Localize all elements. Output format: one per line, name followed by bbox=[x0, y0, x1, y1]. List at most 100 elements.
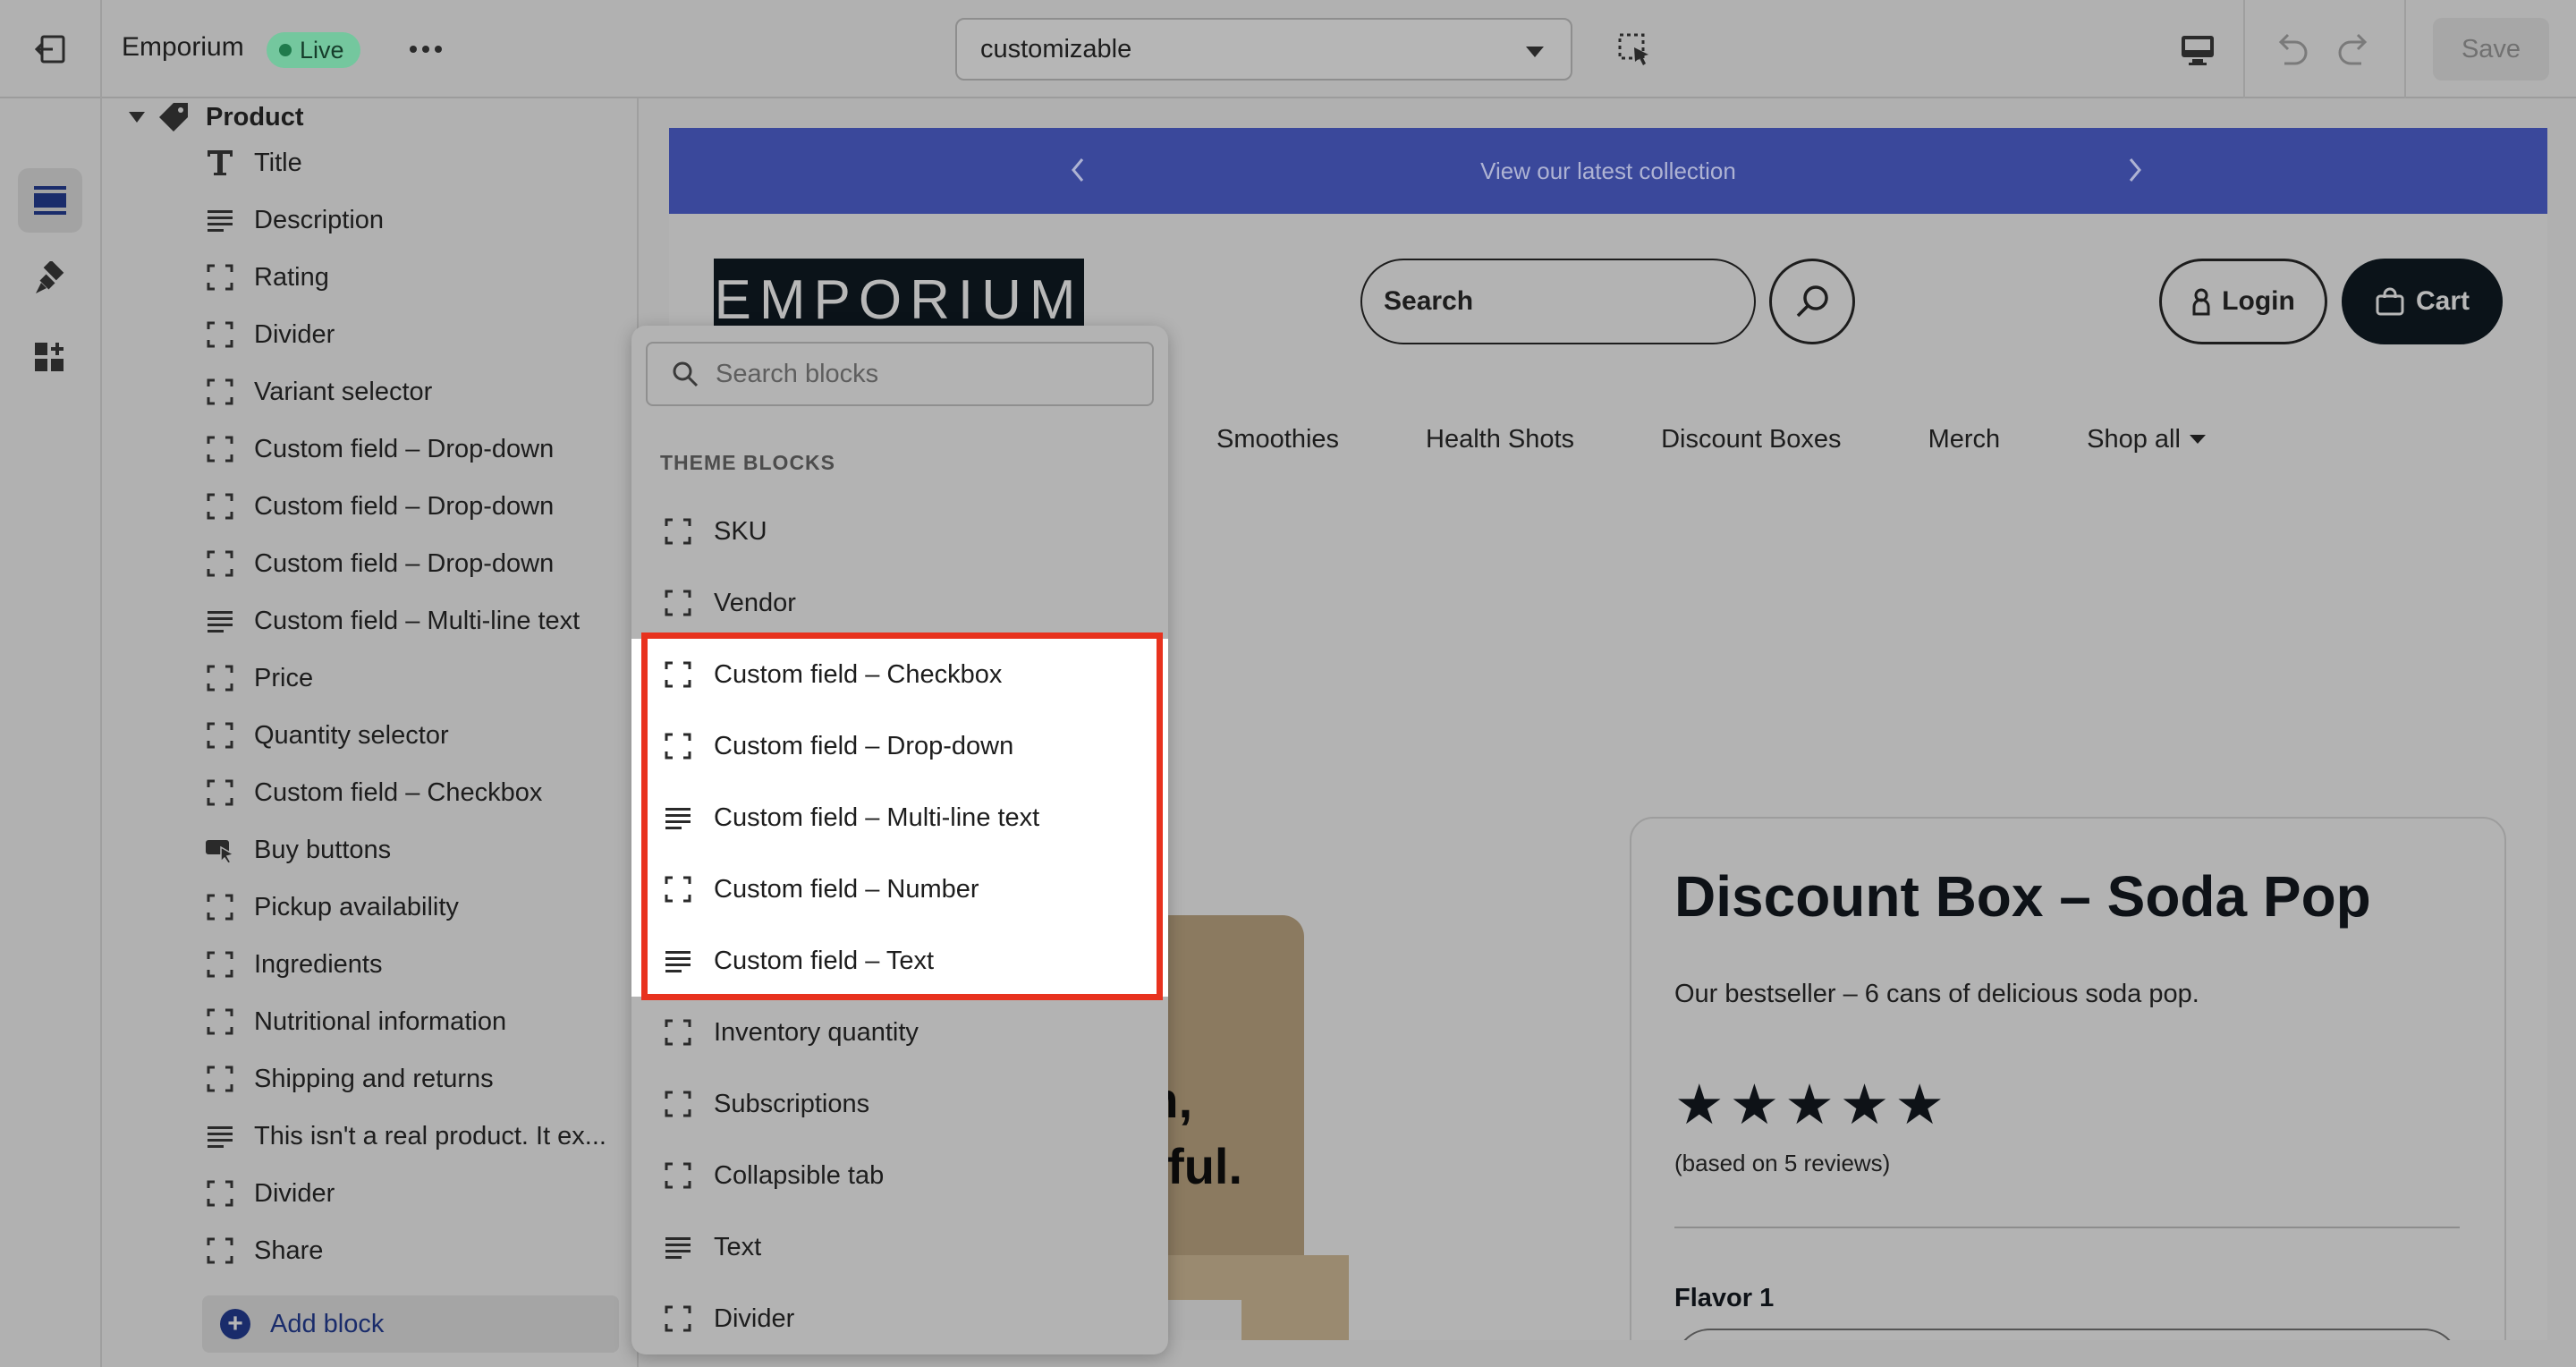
nav-item-merch[interactable]: Merch bbox=[1928, 421, 2001, 457]
announcement-text[interactable]: View our latest collection bbox=[1480, 157, 1736, 185]
redo-icon bbox=[2338, 33, 2368, 65]
sidebar-block-price[interactable]: Price bbox=[202, 650, 631, 707]
rating-stars: ★ ★ ★ ★ ★ bbox=[1674, 1078, 1950, 1134]
sidebar-block-label: This isn't a real product. It ex... bbox=[254, 1121, 606, 1150]
text-icon bbox=[202, 145, 238, 181]
sidebar-block-description[interactable]: Description bbox=[202, 191, 631, 249]
inspector-button[interactable] bbox=[1617, 32, 1653, 68]
dashed-square-icon bbox=[662, 1088, 694, 1120]
sidebar-block-custom-field-drop-down[interactable]: Custom field – Drop-down bbox=[202, 420, 631, 478]
block-option-custom-field-text[interactable]: Custom field – Text bbox=[631, 925, 1168, 997]
sidebar-block-custom-field-multi-line-text[interactable]: Custom field – Multi-line text bbox=[202, 592, 631, 650]
star-icon: ★ bbox=[1894, 1074, 1945, 1136]
divider bbox=[2404, 0, 2406, 98]
exit-editor-button[interactable] bbox=[27, 31, 73, 67]
dashed-square-icon bbox=[202, 1176, 238, 1211]
cart-button[interactable]: Cart bbox=[2342, 259, 2503, 344]
nav-item-health-shots[interactable]: Health Shots bbox=[1426, 421, 1574, 457]
store-name: Emporium bbox=[122, 32, 244, 62]
block-option-label: Divider bbox=[714, 1303, 795, 1333]
cart-label: Cart bbox=[2415, 286, 2470, 316]
sidebar-block-variant-selector[interactable]: Variant selector bbox=[202, 363, 631, 420]
dashed-square-icon bbox=[202, 431, 238, 467]
undo-button[interactable] bbox=[2270, 30, 2311, 68]
announcement-bar: View our latest collection bbox=[669, 128, 2547, 214]
sidebar-block-custom-field-drop-down[interactable]: Custom field – Drop-down bbox=[202, 478, 631, 535]
theme-blocks-list: SKU Vendor Custom field – Checkbox Custom f… bbox=[631, 496, 1168, 1354]
sidebar-block-custom-field-checkbox[interactable]: Custom field – Checkbox bbox=[202, 764, 631, 821]
reviews-count: (based on 5 reviews) bbox=[1674, 1150, 1891, 1176]
sidebar-block-custom-field-drop-down[interactable]: Custom field – Drop-down bbox=[202, 535, 631, 592]
sidebar-block-label: Custom field – Drop-down bbox=[254, 434, 555, 463]
dashed-square-icon bbox=[202, 546, 238, 582]
sidebar-block-nutritional-information[interactable]: Nutritional information bbox=[202, 993, 631, 1050]
buy-button-icon bbox=[202, 832, 238, 868]
dashed-square-icon bbox=[662, 1303, 694, 1335]
block-option-collapsible-tab[interactable]: Collapsible tab bbox=[631, 1140, 1168, 1211]
sidebar-block-label: Share bbox=[254, 1235, 324, 1265]
dashed-square-icon bbox=[202, 1004, 238, 1040]
sidebar-block-quantity-selector[interactable]: Quantity selector bbox=[202, 707, 631, 764]
desktop-preview-button[interactable] bbox=[2177, 32, 2218, 68]
save-button[interactable]: Save bbox=[2433, 18, 2549, 81]
block-tree: Title Description Rating Divider Variant sel… bbox=[202, 134, 631, 1279]
block-option-divider[interactable]: Divider bbox=[631, 1283, 1168, 1354]
sidebar-block-label: Variant selector bbox=[254, 377, 433, 406]
store-search-input[interactable]: Search bbox=[1360, 259, 1756, 344]
chevron-right-icon[interactable] bbox=[2127, 157, 2143, 183]
block-option-custom-field-checkbox[interactable]: Custom field – Checkbox bbox=[631, 639, 1168, 710]
block-option-custom-field-drop-down[interactable]: Custom field – Drop-down bbox=[631, 710, 1168, 782]
search-icon bbox=[1796, 285, 1828, 318]
sidebar-block-share[interactable]: Share bbox=[202, 1222, 631, 1279]
more-options-button[interactable] bbox=[404, 34, 447, 64]
sidebar-block-pickup-availability[interactable]: Pickup availability bbox=[202, 879, 631, 936]
template-select[interactable]: customizable bbox=[955, 18, 1572, 81]
redo-button[interactable] bbox=[2334, 30, 2376, 68]
block-option-inventory-quantity[interactable]: Inventory quantity bbox=[631, 997, 1168, 1068]
block-option-text[interactable]: Text bbox=[631, 1211, 1168, 1283]
store-search-button[interactable] bbox=[1769, 259, 1855, 344]
block-option-label: Custom field – Checkbox bbox=[714, 659, 1003, 689]
sidebar-block-label: Title bbox=[254, 148, 302, 177]
block-option-subscriptions[interactable]: Subscriptions bbox=[631, 1068, 1168, 1140]
nav-item-discount-boxes[interactable]: Discount Boxes bbox=[1661, 421, 1842, 457]
search-icon bbox=[673, 361, 699, 387]
sidebar-block-rating[interactable]: Rating bbox=[202, 249, 631, 306]
block-option-custom-field-number[interactable]: Custom field – Number bbox=[631, 853, 1168, 925]
star-icon: ★ bbox=[1729, 1074, 1780, 1136]
flavor-select[interactable] bbox=[1674, 1329, 2460, 1340]
sidebar-block-buy-buttons[interactable]: Buy buttons bbox=[202, 821, 631, 879]
dashed-square-icon bbox=[202, 947, 238, 982]
sections-tab[interactable] bbox=[18, 168, 82, 233]
sidebar-block-label: Rating bbox=[254, 262, 329, 292]
user-icon bbox=[2192, 288, 2210, 316]
search-blocks-input[interactable]: Search blocks bbox=[646, 342, 1154, 406]
sidebar-block-label: Pickup availability bbox=[254, 892, 459, 921]
sidebar-block-title[interactable]: Title bbox=[202, 134, 631, 191]
block-option-custom-field-multi-line-text[interactable]: Custom field – Multi-line text bbox=[631, 782, 1168, 853]
sidebar-block-this-isn-t-a-real-product-it-ex[interactable]: This isn't a real product. It ex... bbox=[202, 1108, 631, 1165]
store-logo[interactable]: EMPORIUM bbox=[714, 259, 1084, 328]
sidebar-block-ingredients[interactable]: Ingredients bbox=[202, 936, 631, 993]
block-option-label: Custom field – Drop-down bbox=[714, 731, 1014, 760]
block-option-vendor[interactable]: Vendor bbox=[631, 567, 1168, 639]
product-section-header[interactable]: Product bbox=[129, 98, 304, 136]
add-block-button[interactable]: + Add block bbox=[202, 1295, 619, 1353]
chevron-down-icon bbox=[1526, 47, 1544, 57]
block-option-sku[interactable]: SKU bbox=[631, 496, 1168, 567]
nav-item-smoothies[interactable]: Smoothies bbox=[1216, 421, 1339, 457]
sidebar-block-label: Quantity selector bbox=[254, 720, 449, 750]
theme-settings-tab[interactable] bbox=[18, 247, 82, 311]
lines-icon bbox=[662, 802, 694, 834]
chevron-left-icon[interactable] bbox=[1070, 157, 1086, 183]
sidebar-block-divider[interactable]: Divider bbox=[202, 306, 631, 363]
nav-item-shop-all[interactable]: Shop all bbox=[2087, 421, 2206, 457]
dashed-square-icon bbox=[662, 515, 694, 548]
sidebar-block-shipping-and-returns[interactable]: Shipping and returns bbox=[202, 1050, 631, 1108]
login-button[interactable]: Login bbox=[2159, 259, 2327, 344]
sidebar-block-divider[interactable]: Divider bbox=[202, 1165, 631, 1222]
sidebar-block-label: Custom field – Drop-down bbox=[254, 491, 555, 521]
editor-rail bbox=[0, 98, 102, 1367]
add-block-label: Add block bbox=[270, 1309, 385, 1338]
app-embeds-tab[interactable] bbox=[18, 326, 82, 390]
